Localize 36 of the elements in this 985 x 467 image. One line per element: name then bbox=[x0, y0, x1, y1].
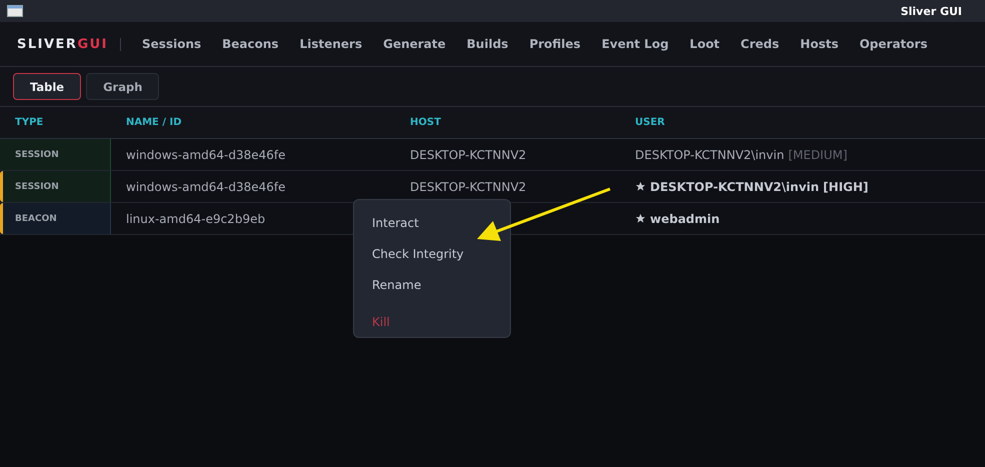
column-header: NAME / ID bbox=[125, 117, 183, 128]
table-cell: DESKTOP-KCTNNV2 bbox=[410, 180, 526, 194]
nav-link[interactable]: Beacons bbox=[222, 37, 279, 51]
table-cell: windows-amd64-d38e46fe bbox=[126, 180, 286, 194]
type-cell: SESSION bbox=[0, 139, 111, 170]
nav-link[interactable]: Creds bbox=[740, 37, 780, 51]
star-icon bbox=[635, 213, 646, 224]
table-cell: webadmin bbox=[650, 212, 720, 226]
menu-item[interactable]: Check Integrity bbox=[354, 238, 510, 269]
view-tab[interactable]: Table bbox=[13, 73, 82, 100]
menu-item[interactable]: Interact bbox=[354, 207, 510, 238]
table-cell: windows-amd64-d38e46fe bbox=[126, 148, 286, 162]
brand-logo: SLIVERGUI bbox=[17, 36, 108, 52]
table-cell: DESKTOP-KCTNNV2 bbox=[410, 148, 526, 162]
table-cell: linux-amd64-e9c2b9eb bbox=[126, 212, 266, 226]
table-cell: DESKTOP-KCTNNV2\invin [MEDIUM] bbox=[635, 148, 848, 162]
nav-link[interactable]: Loot bbox=[690, 37, 720, 51]
menu-item[interactable]: Rename bbox=[354, 269, 510, 300]
nav-link[interactable]: Listeners bbox=[300, 37, 362, 51]
window-icon bbox=[7, 5, 23, 17]
nav-link[interactable]: Sessions bbox=[142, 37, 202, 51]
nav-link[interactable]: Event Log bbox=[602, 37, 669, 51]
nav-link[interactable]: Builds bbox=[466, 37, 508, 51]
nav-link[interactable]: Profiles bbox=[529, 37, 581, 51]
nav-link[interactable]: Hosts bbox=[800, 37, 838, 51]
type-cell: BEACON bbox=[0, 203, 111, 234]
nav-link[interactable]: Operators bbox=[859, 37, 928, 51]
table-cell: DESKTOP-KCTNNV2\invin [HIGH] bbox=[650, 180, 868, 194]
star-icon bbox=[635, 181, 646, 192]
column-header: USER bbox=[634, 117, 666, 128]
column-header: TYPE bbox=[14, 117, 44, 128]
window-title: Sliver GUI bbox=[900, 4, 962, 18]
nav-link[interactable]: Generate bbox=[383, 37, 446, 51]
view-tab[interactable]: Graph bbox=[86, 73, 160, 100]
type-cell: SESSION bbox=[0, 171, 111, 202]
column-header: HOST bbox=[409, 117, 442, 128]
